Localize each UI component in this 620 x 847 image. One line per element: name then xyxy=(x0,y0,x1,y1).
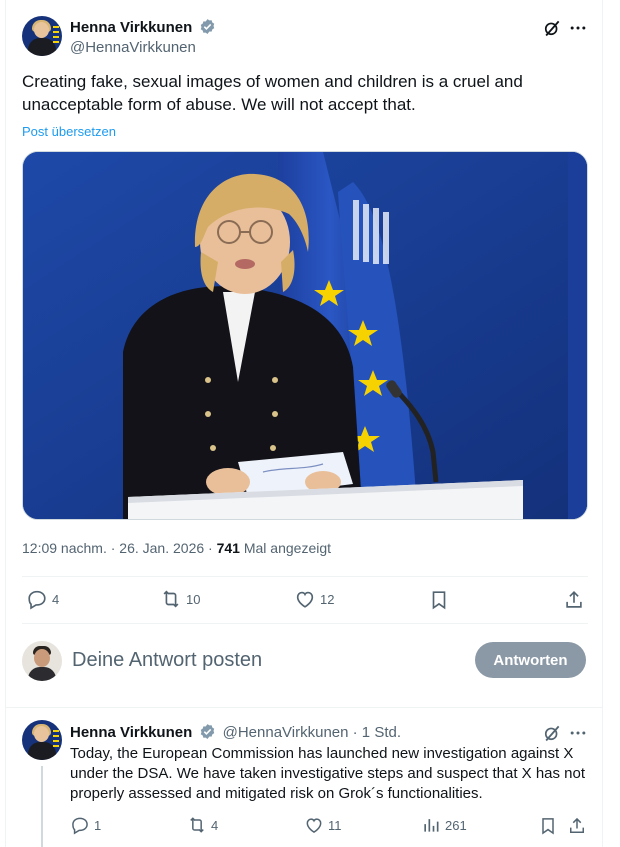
verified-badge-icon xyxy=(201,724,215,739)
user-avatar[interactable] xyxy=(22,641,62,681)
like-icon xyxy=(306,818,322,833)
thread-time[interactable]: · 1 Std. xyxy=(353,724,401,741)
thread-line xyxy=(41,766,43,847)
share-icon[interactable] xyxy=(566,815,588,837)
repost-action[interactable]: 4 xyxy=(187,815,218,835)
photo-illustration xyxy=(23,152,587,519)
thread-header: Henna Virkkunen @HennaVirkkunen · 1 Std. xyxy=(70,723,401,741)
reply-count: 4 xyxy=(52,591,60,607)
thread-tweet-text: Today, the European Commission has launc… xyxy=(70,745,586,802)
reply-icon xyxy=(28,590,46,610)
translate-link[interactable]: Post übersetzen xyxy=(22,124,116,139)
meta-separator: · xyxy=(110,540,116,556)
more-icon[interactable] xyxy=(566,721,590,745)
share-icon[interactable] xyxy=(562,588,586,612)
author-name-text[interactable]: Henna Virkkunen xyxy=(70,19,192,36)
reply-icon xyxy=(72,817,88,835)
divider xyxy=(22,623,588,624)
meta-separator: · xyxy=(208,540,213,556)
bookmark-icon[interactable] xyxy=(427,588,451,612)
author-name[interactable]: Henna Virkkunen xyxy=(70,18,216,36)
repost-count: 10 xyxy=(186,591,201,607)
like-count: 11 xyxy=(328,817,342,833)
tweet-text: Creating fake, sexual images of women an… xyxy=(22,72,523,114)
reply-input[interactable]: Deine Antwort posten xyxy=(72,649,262,672)
divider xyxy=(22,576,588,577)
repost-count: 4 xyxy=(211,817,219,833)
views-count: 741 xyxy=(216,540,240,556)
bookmark-icon[interactable] xyxy=(537,815,559,837)
reply-submit-button[interactable]: Antworten xyxy=(475,642,586,678)
grok-icon[interactable] xyxy=(540,721,564,745)
repost-icon xyxy=(163,590,179,608)
more-icon[interactable] xyxy=(566,16,590,40)
like-count: 12 xyxy=(320,591,335,607)
verified-badge-icon xyxy=(201,19,215,34)
grok-icon[interactable] xyxy=(540,16,564,40)
tweet-time[interactable]: 12:09 nachm. xyxy=(22,540,107,556)
reply-count: 1 xyxy=(94,817,102,833)
views-count: 261 xyxy=(445,817,467,833)
author-handle[interactable]: @HennaVirkkunen xyxy=(70,39,196,56)
thread-author-name[interactable]: Henna Virkkunen xyxy=(70,724,192,741)
divider xyxy=(5,707,603,708)
thread-author-handle[interactable]: @HennaVirkkunen xyxy=(223,724,349,741)
thread-author-avatar[interactable] xyxy=(22,720,62,760)
tweet-meta: 12:09 nachm. · 26. Jan. 2026 · 741 Mal a… xyxy=(22,540,331,556)
author-avatar[interactable] xyxy=(22,16,62,56)
tweet-photo[interactable] xyxy=(22,151,588,520)
like-icon xyxy=(296,591,314,608)
repost-action[interactable]: 10 xyxy=(160,588,200,610)
like-action[interactable]: 12 xyxy=(294,588,334,610)
tweet-date[interactable]: 26. Jan. 2026 xyxy=(119,540,204,556)
views-label: Mal angezeigt xyxy=(243,540,332,556)
reply-action[interactable]: 4 xyxy=(26,588,59,610)
repost-icon xyxy=(190,817,204,833)
reply-action[interactable]: 1 xyxy=(70,815,101,835)
views-action[interactable]: 261 xyxy=(421,815,467,835)
views-icon xyxy=(424,819,439,832)
like-action[interactable]: 11 xyxy=(304,815,342,835)
